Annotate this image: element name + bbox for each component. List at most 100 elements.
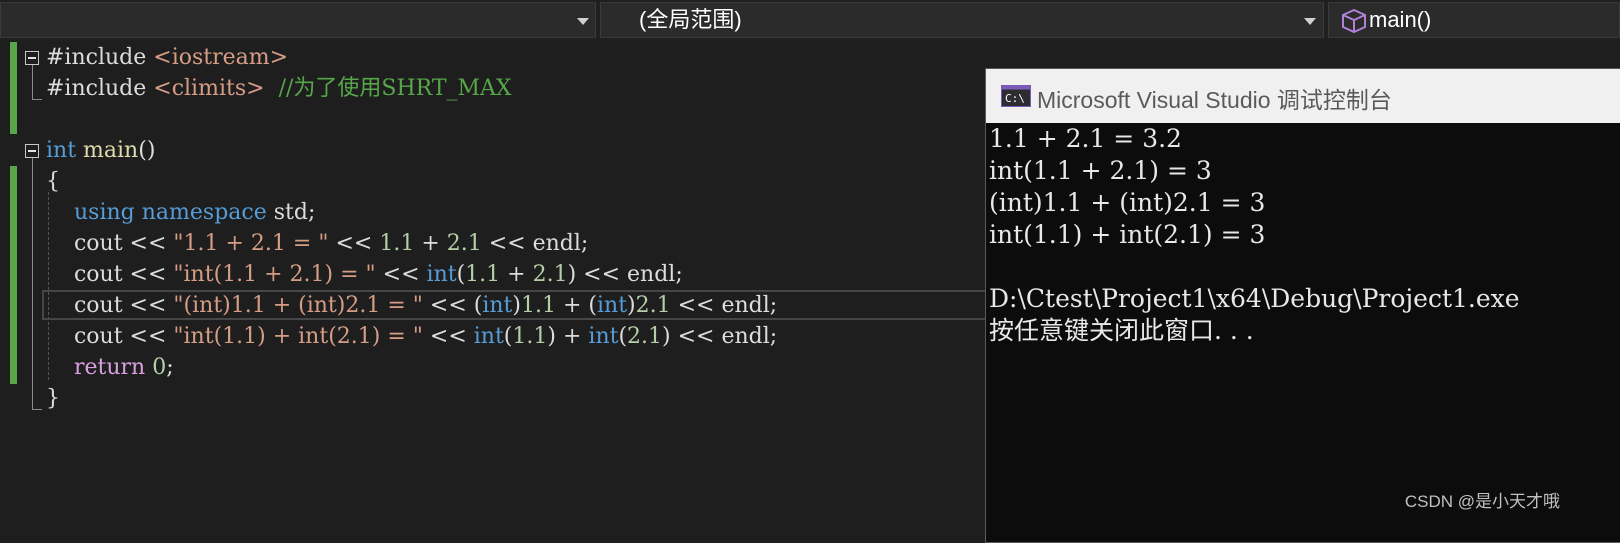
- function-combo[interactable]: main(): [1328, 2, 1620, 38]
- editor-navigation-bar: (全局范围) main(): [0, 0, 1620, 42]
- code-line[interactable]: cout << "int(1.1 + 2.1) = " << int(1.1 +…: [0, 259, 1100, 291]
- console-line: int(1.1) + int(2.1) = 3: [989, 220, 1266, 249]
- code-token: << (: [422, 293, 483, 318]
- code-token: "int(1.1 + 2.1) = ": [173, 262, 376, 287]
- code-line[interactable]: using namespace std;: [0, 197, 1100, 229]
- console-line: 按任意键关闭此窗口. . .: [989, 316, 1254, 345]
- code-token: std;: [266, 200, 316, 225]
- console-output: 1.1 + 2.1 = 3.2 int(1.1 + 2.1) = 3 (int)1.…: [989, 123, 1620, 542]
- console-line: (int)1.1 + (int)2.1 = 3: [989, 188, 1266, 217]
- console-app-icon: C:\: [1001, 85, 1031, 107]
- code-token: int: [482, 293, 513, 318]
- code-token: +: [500, 262, 533, 287]
- code-token: 2.1: [446, 231, 482, 256]
- code-text: }: [46, 383, 60, 415]
- code-text: cout << "(int)1.1 + (int)2.1 = " << (int…: [46, 290, 777, 322]
- code-token: ): [627, 293, 636, 318]
- code-token: int: [596, 293, 628, 318]
- code-token: ) << endl;: [662, 324, 778, 349]
- code-text: return 0;: [46, 352, 174, 384]
- code-token: << endl;: [481, 231, 589, 256]
- code-token: <climits>: [153, 76, 265, 101]
- code-token: (: [618, 324, 628, 349]
- chevron-down-icon[interactable]: [1304, 18, 1316, 25]
- code-token: ): [512, 293, 521, 318]
- code-token: ) << endl;: [567, 262, 683, 287]
- code-token: 2.1: [627, 324, 663, 349]
- code-token: <<: [328, 231, 380, 256]
- code-token: int: [588, 324, 619, 349]
- code-token: cout <<: [46, 293, 174, 318]
- chevron-down-icon[interactable]: [577, 18, 589, 25]
- function-combo-label: main(): [1369, 7, 1432, 32]
- code-token: cout <<: [46, 324, 174, 349]
- code-token: (): [138, 138, 156, 163]
- code-token: using: [73, 200, 135, 225]
- code-text: {: [46, 166, 60, 198]
- code-token: (: [456, 262, 466, 287]
- code-token: 1.1: [465, 262, 501, 287]
- console-title: Microsoft Visual Studio 调试控制台: [1037, 87, 1392, 113]
- code-token: main: [83, 138, 139, 163]
- console-title-bar[interactable]: C:\ Microsoft Visual Studio 调试控制台: [986, 69, 1620, 123]
- code-token: #include: [46, 76, 154, 101]
- code-token: int: [426, 262, 457, 287]
- code-token: << endl;: [670, 293, 778, 318]
- code-text: #include <iostream>: [46, 42, 288, 74]
- code-line[interactable]: cout << "int(1.1) + int(2.1) = " << int(…: [0, 321, 1100, 353]
- code-line[interactable]: #include <iostream>: [0, 42, 1100, 74]
- console-line: int(1.1 + 2.1) = 3: [989, 156, 1212, 185]
- code-token: "int(1.1) + int(2.1) = ": [173, 324, 423, 349]
- code-token: int: [46, 138, 77, 163]
- code-line[interactable]: {: [0, 166, 1100, 198]
- cube-icon: [1342, 9, 1366, 33]
- code-text: using namespace std;: [46, 197, 315, 229]
- code-token: #include: [46, 45, 154, 70]
- code-text: int main(): [46, 135, 155, 167]
- code-line[interactable]: cout << "(int)1.1 + (int)2.1 = " << (int…: [0, 290, 1100, 322]
- console-line: 1.1 + 2.1 = 3.2: [989, 124, 1182, 153]
- code-line[interactable]: cout << "1.1 + 2.1 = " << 1.1 + 2.1 << e…: [0, 228, 1100, 260]
- code-text: cout << "1.1 + 2.1 = " << 1.1 + 2.1 << e…: [46, 228, 588, 260]
- code-token: 2.1: [532, 262, 568, 287]
- code-text: cout << "int(1.1 + 2.1) = " << int(1.1 +…: [46, 259, 683, 291]
- code-line[interactable]: #include <climits> //为了使用SHRT_MAX: [0, 73, 1100, 105]
- scope-combo-label: (全局范围): [639, 7, 742, 32]
- debug-console-window[interactable]: C:\ Microsoft Visual Studio 调试控制台 1.1 + …: [985, 68, 1620, 543]
- code-token: <iostream>: [153, 45, 289, 70]
- code-line[interactable]: int main(): [0, 135, 1100, 167]
- code-token: //为了使用SHRT_MAX: [278, 76, 512, 101]
- svg-text:C:\: C:\: [1005, 92, 1025, 105]
- code-token: + (: [555, 293, 597, 318]
- code-line[interactable]: return 0;: [0, 352, 1100, 384]
- code-token: {: [46, 169, 60, 194]
- project-combo[interactable]: [0, 2, 596, 38]
- code-text: cout << "int(1.1) + int(2.1) = " << int(…: [46, 321, 777, 353]
- code-token: 0: [152, 355, 167, 380]
- watermark: CSDN @是小天才哦: [1404, 492, 1560, 511]
- code-token: }: [46, 386, 60, 411]
- code-token: +: [414, 231, 447, 256]
- code-token: cout <<: [46, 231, 174, 256]
- code-token: <<: [422, 324, 474, 349]
- code-token: return: [73, 355, 146, 380]
- console-line: D:\Ctest\Project1\x64\Debug\Project1.exe: [989, 284, 1520, 313]
- code-line[interactable]: [0, 104, 1100, 136]
- code-token: ;: [166, 355, 174, 380]
- code-token: "(int)1.1 + (int)2.1 = ": [173, 293, 423, 318]
- code-token: int: [473, 324, 504, 349]
- code-token: namespace: [141, 200, 267, 225]
- code-token: 1.1: [520, 293, 556, 318]
- scope-combo[interactable]: (全局范围): [600, 2, 1324, 38]
- code-token: <<: [375, 262, 427, 287]
- code-text: #include <climits> //为了使用SHRT_MAX: [46, 73, 512, 105]
- code-line[interactable]: }: [0, 383, 1100, 415]
- code-token: 1.1: [512, 324, 548, 349]
- code-token: 1.1: [379, 231, 415, 256]
- code-token: "1.1 + 2.1 = ": [173, 231, 329, 256]
